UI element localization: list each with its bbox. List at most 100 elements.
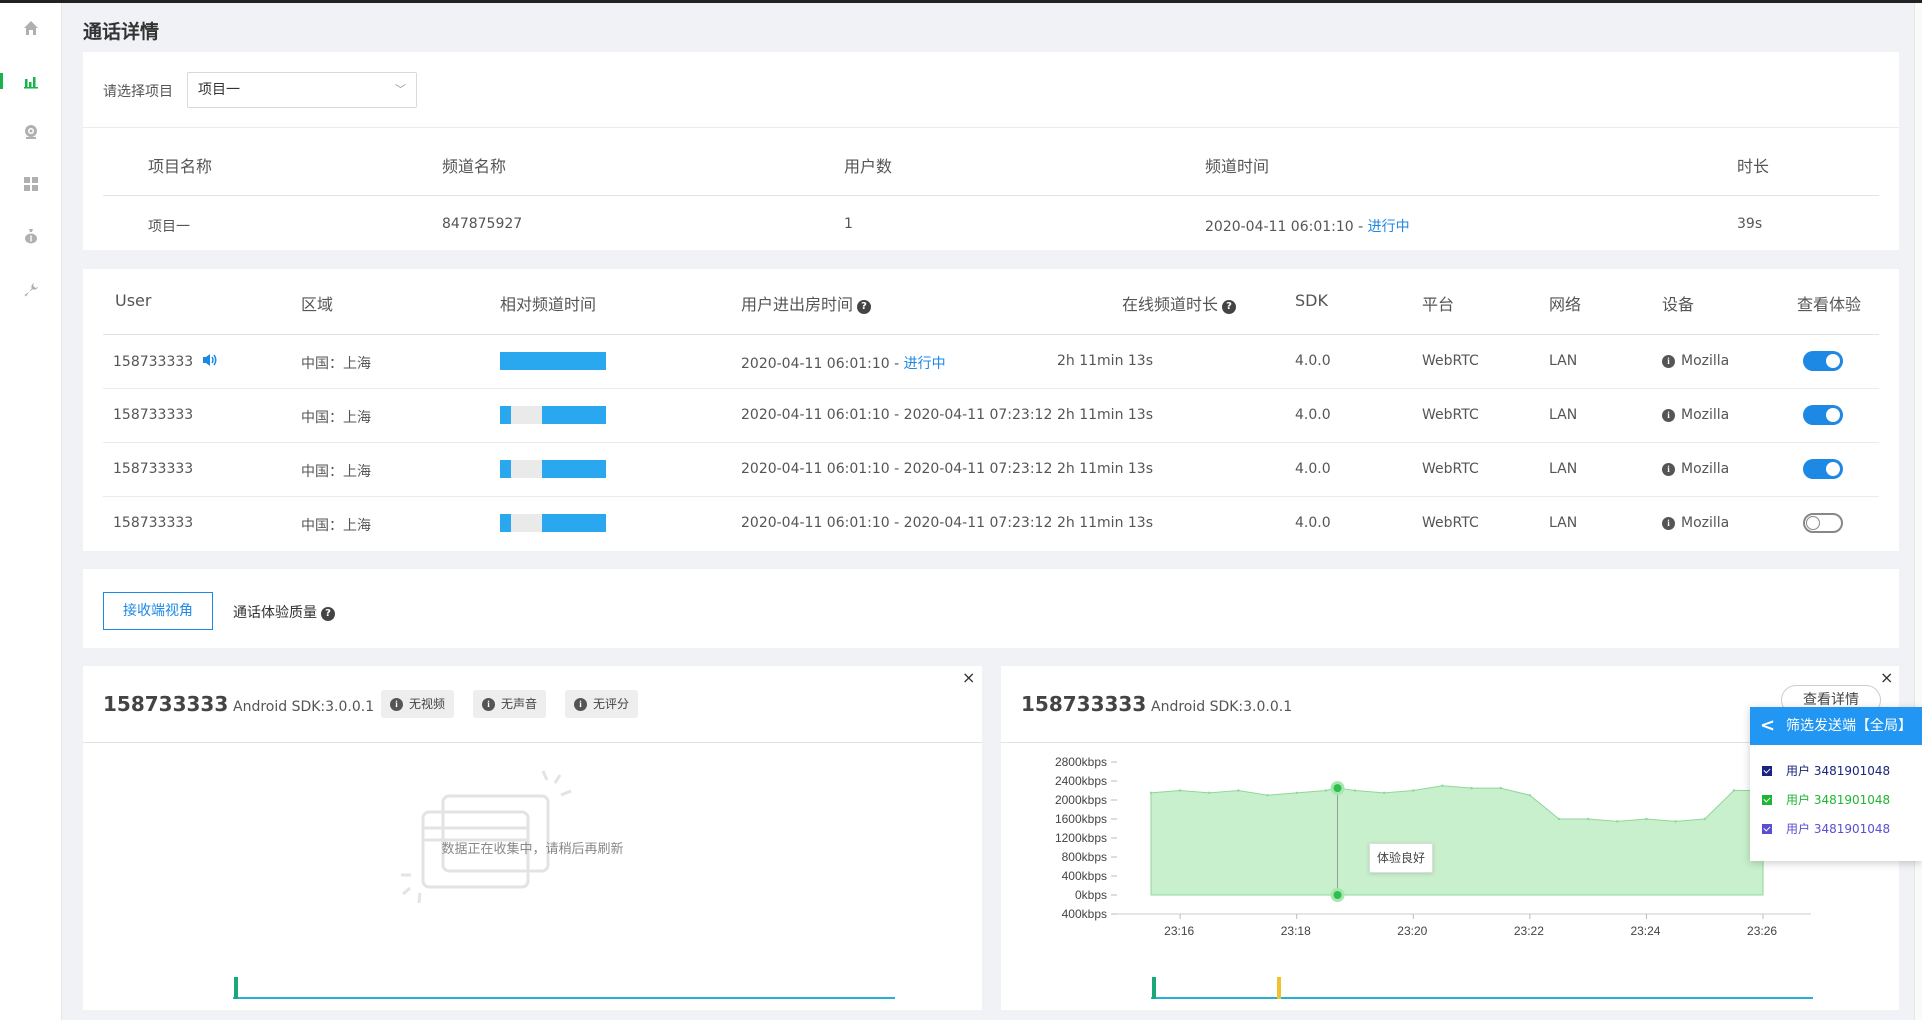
close-icon[interactable]: × (1880, 668, 1893, 687)
sender-filter-item-label: 用户 3481901048 (1786, 793, 1891, 807)
sidebar-item-stats[interactable] (0, 64, 62, 98)
summary-time: 2020-04-11 06:01:10 - 进行中 (1205, 216, 1410, 236)
presence-segment (500, 460, 511, 478)
relative-time-bar (500, 352, 606, 370)
device-name: Mozilla (1681, 515, 1730, 531)
chevron-left-icon[interactable]: < (1760, 707, 1775, 745)
in-progress-link[interactable]: 进行中 (904, 356, 946, 372)
sidebar-item-camera[interactable] (0, 115, 62, 149)
checkbox-checked-icon[interactable] (1762, 766, 1772, 776)
users-header-platform: 平台 (1422, 295, 1455, 314)
experience-toggle[interactable] (1803, 513, 1843, 533)
page-scrollbar[interactable] (1914, 3, 1922, 1020)
checkbox-checked-icon[interactable] (1762, 795, 1772, 805)
tab-call-quality[interactable]: 通话体验质量? (233, 602, 335, 622)
info-icon: i (1662, 355, 1675, 368)
empty-state-text: 数据正在收集中，请稍后再刷新 (441, 842, 624, 857)
sidebar-item-home[interactable] (0, 11, 62, 45)
users-header-divider (103, 334, 1879, 335)
checkbox-checked-icon[interactable] (1762, 824, 1772, 834)
timeline-marker[interactable] (234, 977, 238, 999)
device[interactable]: i Mozilla (1662, 461, 1729, 477)
bitrate-point (1237, 789, 1240, 792)
user-id-text: 158733333 (113, 515, 194, 531)
users-header-enter-exit: 用户进出房时间? (741, 291, 872, 315)
exit-time: 2020-04-11 07:23:12 (903, 515, 1053, 531)
user-enter-exit-time: 2020-04-11 06:01:10 - 2020-04-11 07:23:1… (741, 407, 1052, 423)
experience-toggle[interactable] (1803, 405, 1843, 425)
timeline-marker[interactable] (1277, 977, 1281, 999)
enter-time: 2020-04-11 06:01:10 (741, 515, 890, 531)
sdk-version: 4.0.0 (1295, 461, 1331, 477)
device[interactable]: i Mozilla (1662, 515, 1729, 531)
device[interactable]: i Mozilla (1662, 353, 1729, 369)
toggle-knob (1806, 516, 1820, 530)
user-enter-exit-time: 2020-04-11 06:01:10 - 2020-04-11 07:23:1… (741, 515, 1052, 531)
x-tick-label: 23:18 (1280, 924, 1311, 938)
project-select[interactable]: 项目一 ﹀ (187, 72, 417, 108)
main-content: 通话详情 请选择项目 项目一 ﹀ 项目名称 频道名称 用户数 频道时间 时长 项… (62, 3, 1914, 1020)
exit-time: 2020-04-11 07:23:12 (903, 461, 1053, 477)
summary-card: 请选择项目 项目一 ﹀ 项目名称 频道名称 用户数 频道时间 时长 项目一 84… (83, 52, 1899, 250)
x-tick-label: 23:26 (1747, 924, 1778, 938)
summary-channel: 847875927 (442, 216, 523, 232)
sidebar-item-tools[interactable] (0, 273, 62, 307)
users-header-enter-exit-label: 用户进出房时间 (741, 295, 854, 314)
help-icon[interactable]: ? (1222, 300, 1237, 314)
bitrate-point (1412, 789, 1415, 792)
sender-filter-header[interactable]: < 筛选发送端【全局】 (1750, 707, 1922, 745)
bitrate-point (1208, 791, 1211, 795)
y-tick-label: 1600kbps (1054, 812, 1107, 826)
bitrate-point (1674, 820, 1677, 823)
summary-time-start: 2020-04-11 06:01:10 (1205, 219, 1354, 235)
bitrate-point (1616, 820, 1619, 823)
exit-time: 2020-04-11 07:23:12 (903, 407, 1053, 423)
bitrate-point (1353, 789, 1357, 792)
user-id: 158733333 (113, 353, 218, 370)
help-icon[interactable]: ? (857, 300, 872, 314)
y-tick-label: 800kbps (1061, 850, 1107, 864)
row-divider (103, 388, 1879, 389)
user-region: 中国：上海 (301, 464, 371, 480)
summary-status-link[interactable]: 进行中 (1368, 219, 1410, 235)
online-duration: 2h 11min 13s (1057, 461, 1154, 477)
experience-toggle[interactable] (1803, 351, 1843, 371)
device[interactable]: i Mozilla (1662, 407, 1729, 423)
bitrate-point (1266, 794, 1269, 797)
sender-filter-title: 筛选发送端【全局】 (1786, 718, 1912, 734)
sender-filter-item[interactable]: 用户 3481901048 (1762, 762, 1890, 779)
close-icon[interactable]: × (962, 668, 975, 687)
online-duration: 2h 11min 13s (1057, 353, 1154, 369)
y-tick-label: 2000kbps (1054, 793, 1107, 807)
online-duration: 2h 11min 13s (1057, 407, 1154, 423)
bitrate-point (1557, 817, 1561, 821)
experience-toggle[interactable] (1803, 459, 1843, 479)
bitrate-point (1732, 789, 1736, 792)
sidebar-item-billing[interactable] (0, 219, 62, 253)
user-region: 中国：上海 (301, 410, 371, 426)
bitrate-point (1645, 817, 1648, 821)
no-audio-label: 无声音 (501, 697, 538, 711)
network: LAN (1549, 407, 1578, 423)
presence-segment (542, 514, 606, 532)
sender-filter-item[interactable]: 用户 3481901048 (1762, 791, 1890, 808)
relative-time-bar (500, 514, 606, 532)
project-select-label: 请选择项目 (103, 84, 173, 100)
wrench-icon (24, 283, 38, 297)
tab-receiver-view[interactable]: 接收端视角 (103, 592, 213, 630)
page-title: 通话详情 (83, 21, 160, 43)
summary-time-sep: - (1353, 219, 1368, 235)
panel-divider (83, 742, 982, 743)
sender-filter-item[interactable]: 用户 3481901048 (1762, 820, 1890, 837)
timeline-marker[interactable] (1152, 977, 1156, 999)
divider (83, 127, 1899, 128)
user-id-text: 158733333 (113, 354, 194, 370)
bar-chart-icon (24, 77, 38, 89)
sidebar-item-dashboard[interactable] (0, 167, 62, 201)
toggle-knob (1826, 354, 1840, 368)
presence-segment (500, 406, 511, 424)
time-separator: - (889, 515, 904, 531)
speaker-icon (203, 354, 217, 366)
help-icon[interactable]: ? (321, 607, 335, 621)
row-divider (103, 442, 1879, 443)
